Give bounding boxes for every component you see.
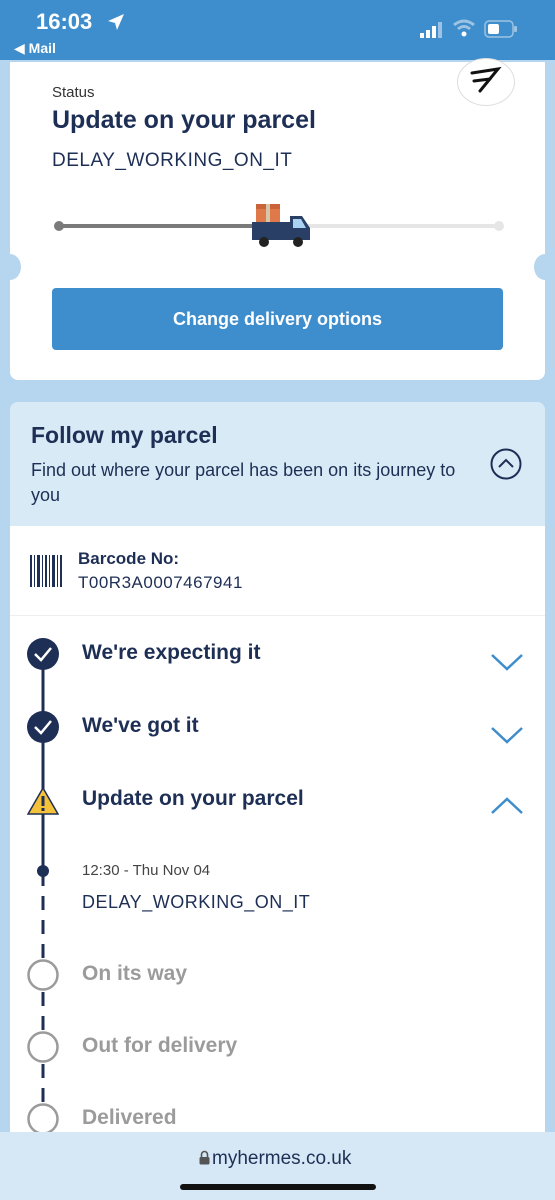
lock-icon [199,1150,210,1165]
step-label: On its way [82,962,188,985]
url-text[interactable]: myhermes.co.uk [212,1148,351,1170]
chevron-up-icon[interactable] [490,796,524,816]
follow-parcel-card: Follow my parcel Find out where your par… [10,402,545,1142]
step-label: Delivered [82,1106,177,1129]
event-time: 12:30 - Thu Nov 04 [82,862,211,879]
ticket-notch-right [534,254,555,280]
pending-circle-icon [27,959,59,991]
cellular-signal-icon [420,22,442,38]
status-bar: 16:03 ◀ Mail [0,0,555,60]
step-label: We've got it [82,714,199,737]
event-dot [37,865,49,877]
progress-start-dot [54,221,64,231]
change-delivery-options-button[interactable]: Change delivery options [52,288,503,350]
timeline-line [41,654,45,1142]
ticket-notch-left [0,254,21,280]
chevron-down-icon[interactable] [490,725,524,745]
pending-circle-icon [27,1103,59,1135]
warning-triangle-icon [27,786,59,815]
status-code: DELAY_WORKING_ON_IT [52,150,293,171]
wifi-icon [453,19,475,37]
check-circle-icon [27,711,59,743]
location-arrow-icon [108,14,124,30]
sender-logo-icon [470,66,502,93]
event-status: DELAY_WORKING_ON_IT [82,892,311,912]
pending-circle-icon [27,1031,59,1063]
status-label: Status [52,84,95,101]
brand-logo [457,58,515,106]
delivery-progress-fill [56,224,279,228]
check-circle-icon [27,638,59,670]
delivery-truck-icon [252,204,310,247]
status-title: Update on your parcel [52,106,316,134]
tracking-timeline: We're expecting it We've got it Update o… [10,402,545,1142]
step-label: Out for delivery [82,1034,238,1057]
battery-icon [484,20,517,38]
status-card: Status Update on your parcel DELAY_WORKI… [0,58,555,380]
home-indicator[interactable] [180,1184,376,1190]
progress-end-dot [494,221,504,231]
back-to-mail-link[interactable]: ◀ Mail [14,40,56,57]
step-label: Update on your parcel [82,787,304,810]
chevron-down-icon[interactable] [490,652,524,672]
step-label: We're expecting it [82,641,261,664]
browser-url-bar[interactable]: myhermes.co.uk [0,1132,555,1200]
clock: 16:03 [36,9,93,34]
